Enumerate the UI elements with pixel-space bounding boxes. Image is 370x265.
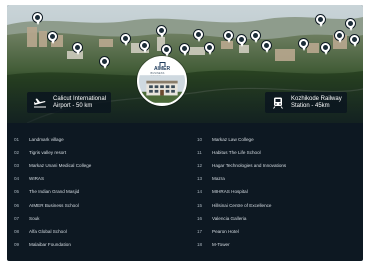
airport-name: Calicut International xyxy=(53,95,107,102)
map-pin-icon[interactable] xyxy=(315,14,326,27)
map-pin-icon[interactable] xyxy=(32,12,43,25)
list-item[interactable]: 11 Habitus The Life School xyxy=(197,146,363,159)
list-item[interactable]: 06 AIMER Business School xyxy=(14,198,184,211)
list-item[interactable]: 18 M-Tower xyxy=(197,238,363,251)
map-pin-icon[interactable] xyxy=(47,31,58,44)
list-item[interactable]: 12 Hagar Technologies and Innovations xyxy=(197,159,363,172)
landmark-number: 11 xyxy=(197,150,202,156)
map-pin-icon[interactable] xyxy=(320,42,331,55)
list-item[interactable]: 15 Hillsinai Centre of Excellence xyxy=(197,198,363,211)
list-item[interactable]: 01 Landmark village xyxy=(14,133,184,146)
landmark-number: 02 xyxy=(14,150,20,156)
landmark-name: Valencia Galleria xyxy=(212,215,247,221)
landmark-number: 12 xyxy=(197,163,203,169)
landmark-name: Alfa Global School xyxy=(29,228,67,234)
aerial-map: AIMER BUSINESS SCHOOL xyxy=(7,5,363,123)
landmark-number: 15 xyxy=(197,202,203,208)
landmark-number: 05 xyxy=(14,189,20,195)
campus-building-image xyxy=(139,75,185,103)
landmark-name: Landmark village xyxy=(29,137,64,143)
map-pin-icon[interactable] xyxy=(204,42,215,55)
landmark-name: AIMER Business School xyxy=(29,202,79,208)
list-item[interactable]: 08 Alfa Global School xyxy=(14,225,184,238)
landmark-list: 01 Landmark village 02 Tigris valley resor… xyxy=(7,129,363,261)
map-pin-icon[interactable] xyxy=(334,30,345,43)
map-pin-icon[interactable] xyxy=(99,56,110,69)
map-pin-icon[interactable] xyxy=(298,38,309,51)
landmark-name: Souk xyxy=(29,215,40,221)
landmark-name: Tigris valley resort xyxy=(29,150,67,156)
map-pin-icon[interactable] xyxy=(139,40,150,53)
landmark-number: 14 xyxy=(197,189,203,195)
list-item[interactable]: 04 WIRAS xyxy=(14,172,184,185)
list-item[interactable]: 02 Tigris valley resort xyxy=(14,146,184,159)
list-item[interactable]: 17 Pearon Hotel xyxy=(197,225,363,238)
landmark-name: Hillsinai Centre of Excellence xyxy=(212,202,272,208)
location-panel: AIMER BUSINESS SCHOOL xyxy=(7,5,363,261)
map-pin-icon[interactable] xyxy=(193,29,204,42)
list-item[interactable]: 07 Souk xyxy=(14,212,184,225)
landmark-column-left: 01 Landmark village 02 Tigris valley resor… xyxy=(14,133,184,251)
map-pin-icon[interactable] xyxy=(261,40,272,53)
landmark-number: 13 xyxy=(197,176,203,182)
landmark-name: Malaibar Foundation xyxy=(29,241,71,247)
list-item[interactable]: 10 Markaz Law College xyxy=(197,133,363,146)
airplane-icon xyxy=(33,97,47,109)
landmark-number: 17 xyxy=(197,228,203,234)
railway-distance-chip: Kozhikode Railway Station - 45km xyxy=(265,92,347,113)
landmark-number: 09 xyxy=(14,241,20,247)
landmark-name: M-Tower xyxy=(212,241,230,247)
list-item[interactable]: 16 Valencia Galleria xyxy=(197,212,363,225)
map-pin-icon[interactable] xyxy=(345,18,356,31)
map-pin-icon[interactable] xyxy=(250,30,261,43)
map-pin-icon[interactable] xyxy=(179,43,190,56)
map-pin-icon[interactable] xyxy=(349,34,360,47)
landmark-number: 07 xyxy=(14,215,20,221)
landmark-number: 06 xyxy=(14,202,20,208)
railway-distance: Station - 45km xyxy=(291,102,330,109)
list-item[interactable]: 05 The Indian Grand Masjid xyxy=(14,185,184,198)
landmark-name: Pearon Hotel xyxy=(212,228,239,234)
landmark-number: 18 xyxy=(197,241,203,247)
landmark-number: 03 xyxy=(14,163,20,169)
airport-distance-chip: Calicut International Airport - 50 km xyxy=(27,92,111,113)
map-pin-icon[interactable] xyxy=(223,30,234,43)
list-item[interactable]: 09 Malaibar Foundation xyxy=(14,238,184,251)
landmark-name: The Indian Grand Masjid xyxy=(29,189,80,195)
landmark-column-right: 10 Markaz Law College 11 Habitus The Life … xyxy=(197,133,363,251)
landmark-name: Mazra xyxy=(212,176,225,182)
map-pin-icon[interactable] xyxy=(236,34,247,47)
landmark-number: 08 xyxy=(14,228,20,234)
train-icon xyxy=(271,97,285,109)
aimer-location-badge[interactable]: AIMER BUSINESS SCHOOL xyxy=(137,56,187,106)
landmark-number: 16 xyxy=(197,215,203,221)
list-item[interactable]: 03 Markaz Unani Medical College xyxy=(14,159,184,172)
map-pin-icon[interactable] xyxy=(72,42,83,55)
landmark-name: Markaz Law College xyxy=(212,137,254,143)
landmark-name: WIRAS xyxy=(29,176,45,182)
landmark-name: MIHRAS Hospital xyxy=(212,189,248,195)
landmark-name: Markaz Unani Medical College xyxy=(29,163,92,169)
map-pin-icon[interactable] xyxy=(120,33,131,46)
landmark-number: 10 xyxy=(197,137,203,143)
list-item[interactable]: 13 Mazra xyxy=(197,172,363,185)
landmark-name: Hagar Technologies and Innovations xyxy=(212,163,287,169)
railway-name: Kozhikode Railway xyxy=(291,95,342,102)
landmark-name: Habitus The Life School xyxy=(212,150,261,156)
landmark-number: 01 xyxy=(14,137,20,143)
landmark-number: 04 xyxy=(14,176,20,182)
list-item[interactable]: 14 MIHRAS Hospital xyxy=(197,185,363,198)
map-pin-icon[interactable] xyxy=(156,25,167,38)
airport-distance: Airport - 50 km xyxy=(53,102,93,109)
